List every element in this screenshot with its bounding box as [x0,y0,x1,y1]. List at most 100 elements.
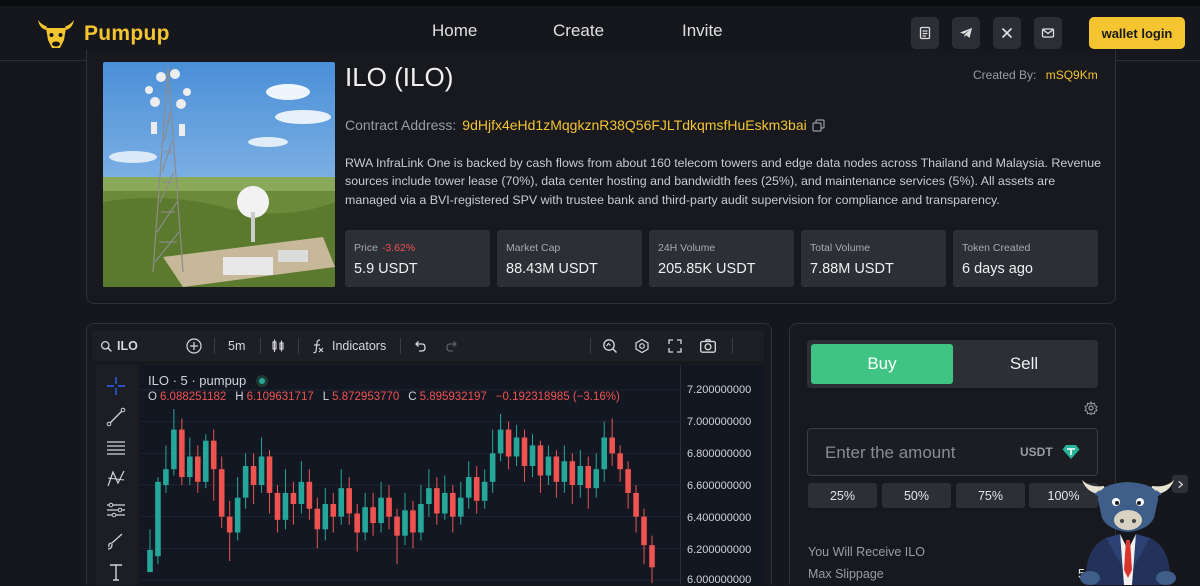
trend-line-icon[interactable] [105,406,127,428]
zoom-search-icon [603,339,618,354]
candle-body [625,469,631,493]
price-tick: 6.400000000 [687,512,752,524]
docs-button[interactable] [911,17,939,49]
candle-body [242,466,249,498]
interval-button[interactable]: 5m [228,339,245,353]
candle-body [465,477,472,498]
candle-body [210,440,217,470]
nav-home[interactable]: Home [432,21,477,41]
candle-body [330,504,337,517]
wallet-login-button[interactable]: wallet login [1089,17,1185,49]
candle-type-button[interactable] [270,338,286,354]
percent-75-button[interactable]: 75% [956,483,1025,508]
price-axis[interactable]: 7.200000000 7.000000000 6.800000000 6.60… [680,365,764,586]
drawing-toolbar [96,365,138,585]
low-label: L [322,391,330,403]
buy-tab[interactable]: Buy [811,344,953,384]
screenshot-button[interactable] [699,337,717,355]
sell-tab[interactable]: Sell [953,344,1095,384]
stat-value: 88.43M USDT [506,261,598,277]
amount-field: USDT [807,428,1098,476]
candle-body [314,508,321,530]
candle-body [585,466,592,489]
text-tool-icon[interactable] [105,561,127,583]
candle-body [521,437,528,466]
candle-body [569,461,576,485]
brand-name: Pumpup [84,22,170,45]
candle-body [362,507,368,533]
high-label: H [235,391,244,403]
projection-icon[interactable] [105,499,127,521]
telegram-icon [960,28,972,38]
candle-body [290,492,297,504]
percent-25-button[interactable]: 25% [808,483,877,508]
price-tick: 6.600000000 [687,480,752,492]
bull-mascot-image[interactable] [1076,470,1180,585]
plus-circle-icon [186,338,202,354]
candle-body [306,481,313,509]
logo[interactable]: Pumpup [36,16,170,52]
high-value: 6.109631717 [246,391,314,403]
gear-icon[interactable] [1084,401,1098,415]
symbol-label: ILO [117,339,138,353]
stat-value: 5.9 USDT [354,261,418,277]
stat-price: Price -3.62% 5.9 USDT [345,230,490,287]
document-icon [919,26,931,40]
percent-50-button[interactable]: 50% [882,483,951,508]
redo-button[interactable] [444,338,460,354]
fullscreen-button[interactable] [667,338,683,354]
quick-search-button[interactable] [602,338,618,354]
undo-button[interactable] [412,338,428,354]
divider [400,338,401,354]
token-title: ILO (ILO) [345,62,454,92]
candle-body [649,545,655,568]
chart-toolbar: ILO 5m Indicators [92,331,764,361]
candle-body [202,440,209,482]
created-by: Created By: mSQ9Km [973,68,1098,82]
creator-link[interactable]: mSQ9Km [1046,68,1098,82]
mail-icon [1041,28,1055,38]
candle-body [529,445,536,466]
divider [590,338,591,354]
function-icon [313,339,324,354]
candle-body [298,481,305,504]
copy-icon[interactable] [812,118,825,132]
candle-body [274,492,281,520]
contract-address[interactable]: 9dHjfx4eHd1zMqgkznR38Q56FJLTdkqmsfHuEskm… [462,117,806,133]
indicators-button[interactable]: Indicators [310,338,386,354]
email-button[interactable] [1034,17,1062,49]
nav-invite[interactable]: Invite [682,21,723,41]
crosshair-icon[interactable] [105,375,127,397]
telegram-button[interactable] [952,17,980,49]
symbol-search[interactable]: ILO [100,339,138,353]
price-tick: 6.200000000 [687,544,752,556]
x-button[interactable] [993,17,1021,49]
low-value: 5.872953770 [332,391,400,403]
contract-address-row: Contract Address: 9dHjfx4eHd1zMqgkznR38Q… [345,117,825,133]
candle-body [537,445,544,476]
stat-token-created: Token Created 6 days ago [953,230,1098,287]
brush-icon[interactable] [105,530,127,552]
candle-body [609,437,615,454]
nav-create[interactable]: Create [553,21,604,41]
candle-body [633,492,639,517]
candle-body [641,516,647,546]
change-value: −0.192318985 (−3.16%) [495,391,620,403]
telecom-tower-image [103,62,335,287]
settings-chart-button[interactable] [634,338,650,354]
candle-body [434,488,440,514]
amount-input[interactable] [825,441,1005,465]
fib-lines-icon[interactable] [105,437,127,459]
candle-body [218,469,225,517]
candle-body [402,510,408,536]
candle-body [179,429,185,478]
candle-body [187,456,193,478]
candle-body [450,492,456,517]
candle-body [505,429,512,457]
hexagon-settings-icon [635,338,649,354]
compare-button[interactable] [186,338,202,354]
candle-body [378,497,384,523]
stat-label: Price [354,242,378,254]
pattern-icon[interactable] [105,468,127,490]
candle-body [346,488,352,514]
